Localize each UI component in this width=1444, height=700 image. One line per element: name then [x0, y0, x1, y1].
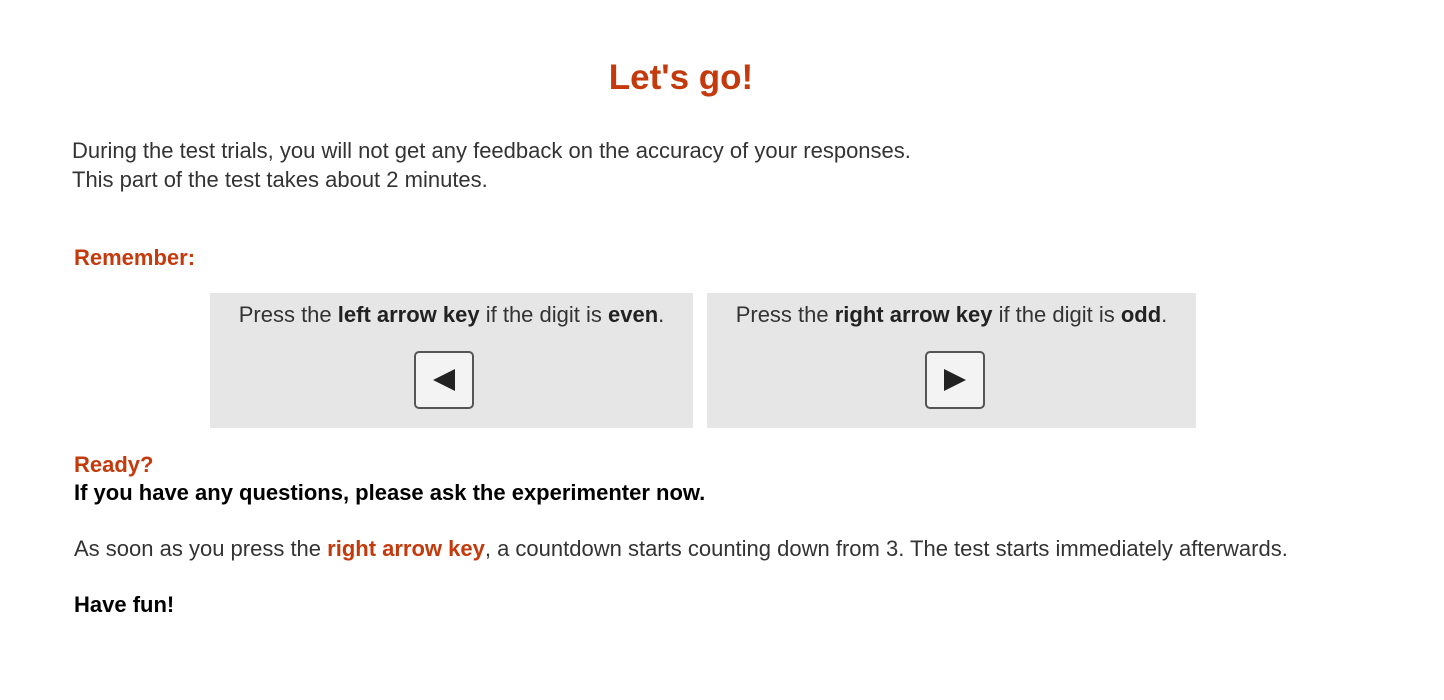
right-key-panel: Press the right arrow key if the digit i… — [707, 293, 1196, 428]
left-instruction-middle: if the digit is — [479, 302, 608, 327]
left-instruction-prefix: Press the — [238, 302, 338, 327]
right-instruction-prefix: Press the — [735, 302, 835, 327]
right-instruction-parity: odd — [1120, 302, 1162, 327]
ready-heading: Ready? — [74, 452, 154, 477]
left-arrow-key-icon — [414, 351, 474, 409]
left-instruction-key-name: left arrow key — [337, 302, 480, 327]
questions-text: If you have any questions, please ask th… — [74, 480, 706, 505]
left-instruction-parity: even — [608, 302, 659, 327]
intro-line-duration: This part of the test takes about 2 minu… — [72, 167, 488, 192]
left-instruction-suffix: . — [658, 302, 665, 327]
intro-line-feedback: During the test trials, you will not get… — [72, 138, 911, 163]
right-arrow-key-icon — [925, 351, 985, 409]
left-triangle-icon — [433, 369, 455, 391]
remember-heading: Remember: — [74, 245, 196, 270]
closing-text: Have fun! — [74, 592, 175, 617]
countdown-suffix: , a countdown starts counting down from … — [484, 536, 1288, 561]
left-key-instruction: Press the left arrow key if the digit is… — [210, 301, 693, 329]
countdown-prefix: As soon as you press the — [74, 536, 328, 561]
right-instruction-middle: if the digit is — [992, 302, 1121, 327]
right-triangle-icon — [944, 369, 966, 391]
right-key-instruction: Press the right arrow key if the digit i… — [707, 301, 1196, 329]
page-title: Let's go! — [608, 58, 754, 97]
countdown-instruction: As soon as you press the right arrow key… — [74, 535, 1288, 563]
countdown-key-name: right arrow key — [327, 536, 485, 561]
right-instruction-key-name: right arrow key — [834, 302, 993, 327]
left-key-panel: Press the left arrow key if the digit is… — [210, 293, 693, 428]
right-instruction-suffix: . — [1161, 302, 1168, 327]
intro-text: During the test trials, you will not get… — [72, 136, 911, 194]
